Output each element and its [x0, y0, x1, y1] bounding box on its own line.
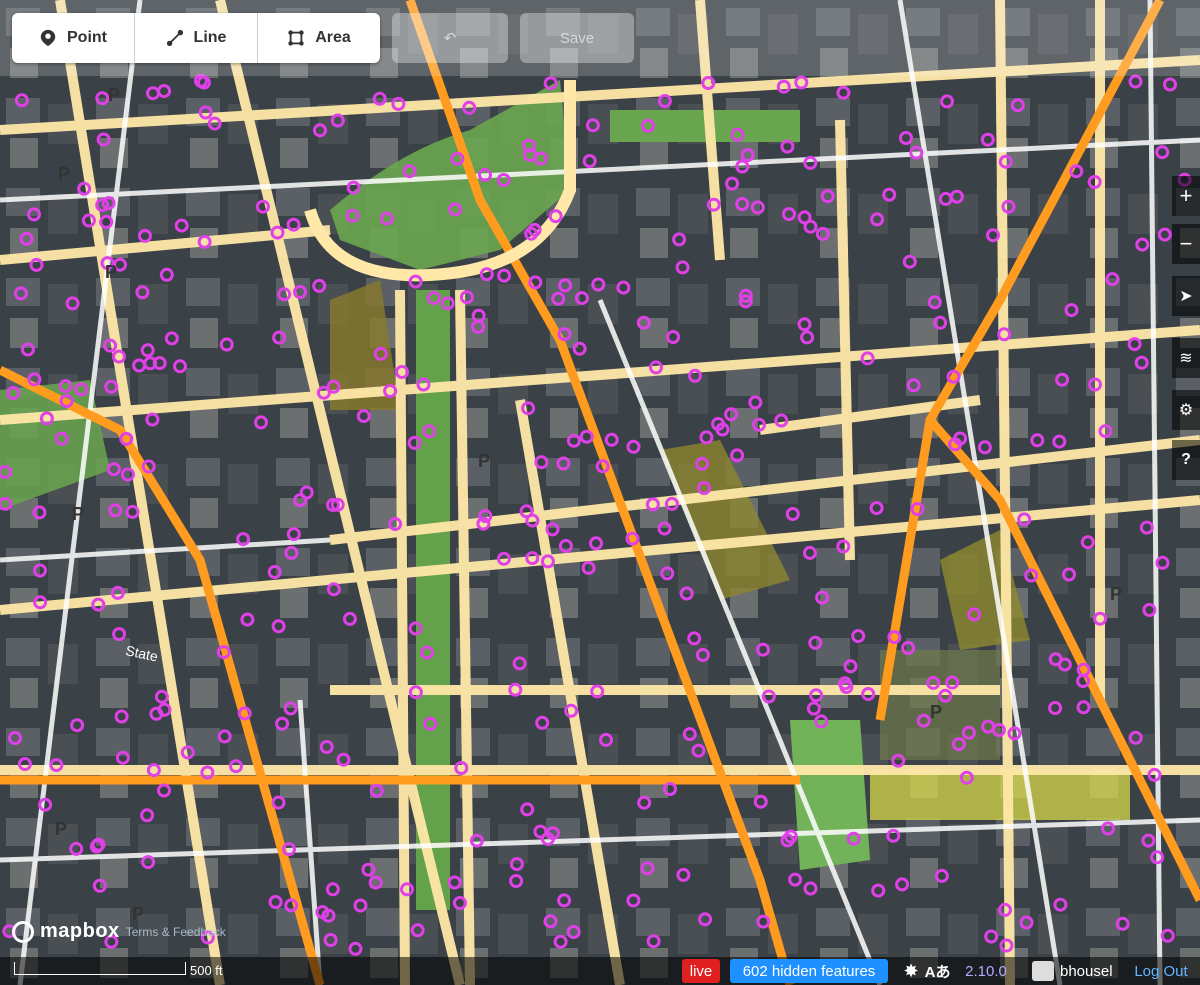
svg-text:P: P	[72, 504, 84, 524]
username-link[interactable]: bhousel	[1060, 959, 1122, 983]
zoom-out-button[interactable]: −	[1172, 224, 1200, 264]
help-button[interactable]: ?	[1172, 440, 1200, 480]
layers-icon: ≋	[1179, 350, 1193, 367]
point-mode-button[interactable]: Point	[12, 13, 135, 63]
line-icon	[166, 29, 183, 47]
hidden-features-label: 602 hidden features	[742, 962, 876, 980]
undo-redo-button[interactable]: ↶	[392, 13, 508, 63]
locate-icon: ➤	[1179, 288, 1193, 305]
live-label: live	[689, 962, 713, 980]
hidden-features-button[interactable]: 602 hidden features	[730, 959, 888, 983]
zoom-out-icon: −	[1179, 231, 1193, 256]
draw-mode-buttons: Point Line Area	[12, 13, 380, 63]
line-mode-button[interactable]: Line	[135, 13, 258, 63]
save-button[interactable]: Save	[520, 13, 634, 63]
area-mode-button[interactable]: Area	[258, 13, 380, 63]
line-mode-label: Line	[193, 29, 227, 46]
version-link[interactable]: 2.10.0	[962, 959, 1010, 983]
bug-icon[interactable]: ✸	[904, 961, 919, 982]
logout-label: Log Out	[1134, 962, 1188, 980]
svg-text:P: P	[108, 85, 120, 105]
user-avatar	[1032, 961, 1054, 981]
scale-label: 500 ft	[190, 963, 223, 978]
locale-label[interactable]: Aあ	[925, 961, 951, 982]
mapbox-wordmark: mapbox	[40, 920, 120, 942]
svg-text:P: P	[105, 262, 117, 282]
svg-text:P: P	[55, 819, 67, 839]
map-canvas[interactable]: State P P P P P P P P P	[0, 0, 1200, 985]
map-pin-icon	[40, 29, 56, 47]
version-label: 2.10.0	[965, 962, 1007, 980]
username-label: bhousel	[1060, 962, 1113, 980]
area-mode-label: Area	[315, 29, 351, 46]
undo-icon: ↶	[443, 30, 457, 47]
attribution: mapbox Terms & Feedback	[12, 920, 226, 943]
point-mode-label: Point	[67, 29, 107, 46]
scale-bar[interactable]	[14, 962, 186, 975]
geolocate-button[interactable]: ➤	[1172, 276, 1200, 316]
live-badge: live	[682, 959, 720, 983]
help-icon: ?	[1181, 451, 1191, 468]
zoom-in-button[interactable]: +	[1172, 176, 1200, 216]
terms-feedback-link[interactable]: Terms & Feedback	[126, 925, 226, 939]
svg-text:P: P	[1110, 584, 1122, 604]
mapbox-logo-icon	[12, 920, 34, 943]
zoom-in-icon: +	[1179, 183, 1193, 208]
background-layers-button[interactable]: ≋	[1172, 338, 1200, 378]
map-data-button[interactable]: ⚙	[1172, 390, 1200, 430]
footer-icons: ✸ Aあ	[902, 959, 952, 983]
svg-text:P: P	[58, 164, 70, 184]
save-label: Save	[559, 29, 595, 47]
svg-text:P: P	[478, 451, 490, 471]
map-data-icon: ⚙	[1178, 402, 1194, 419]
logout-link[interactable]: Log Out	[1130, 959, 1192, 983]
svg-text:P: P	[930, 702, 942, 722]
area-icon	[288, 30, 304, 46]
